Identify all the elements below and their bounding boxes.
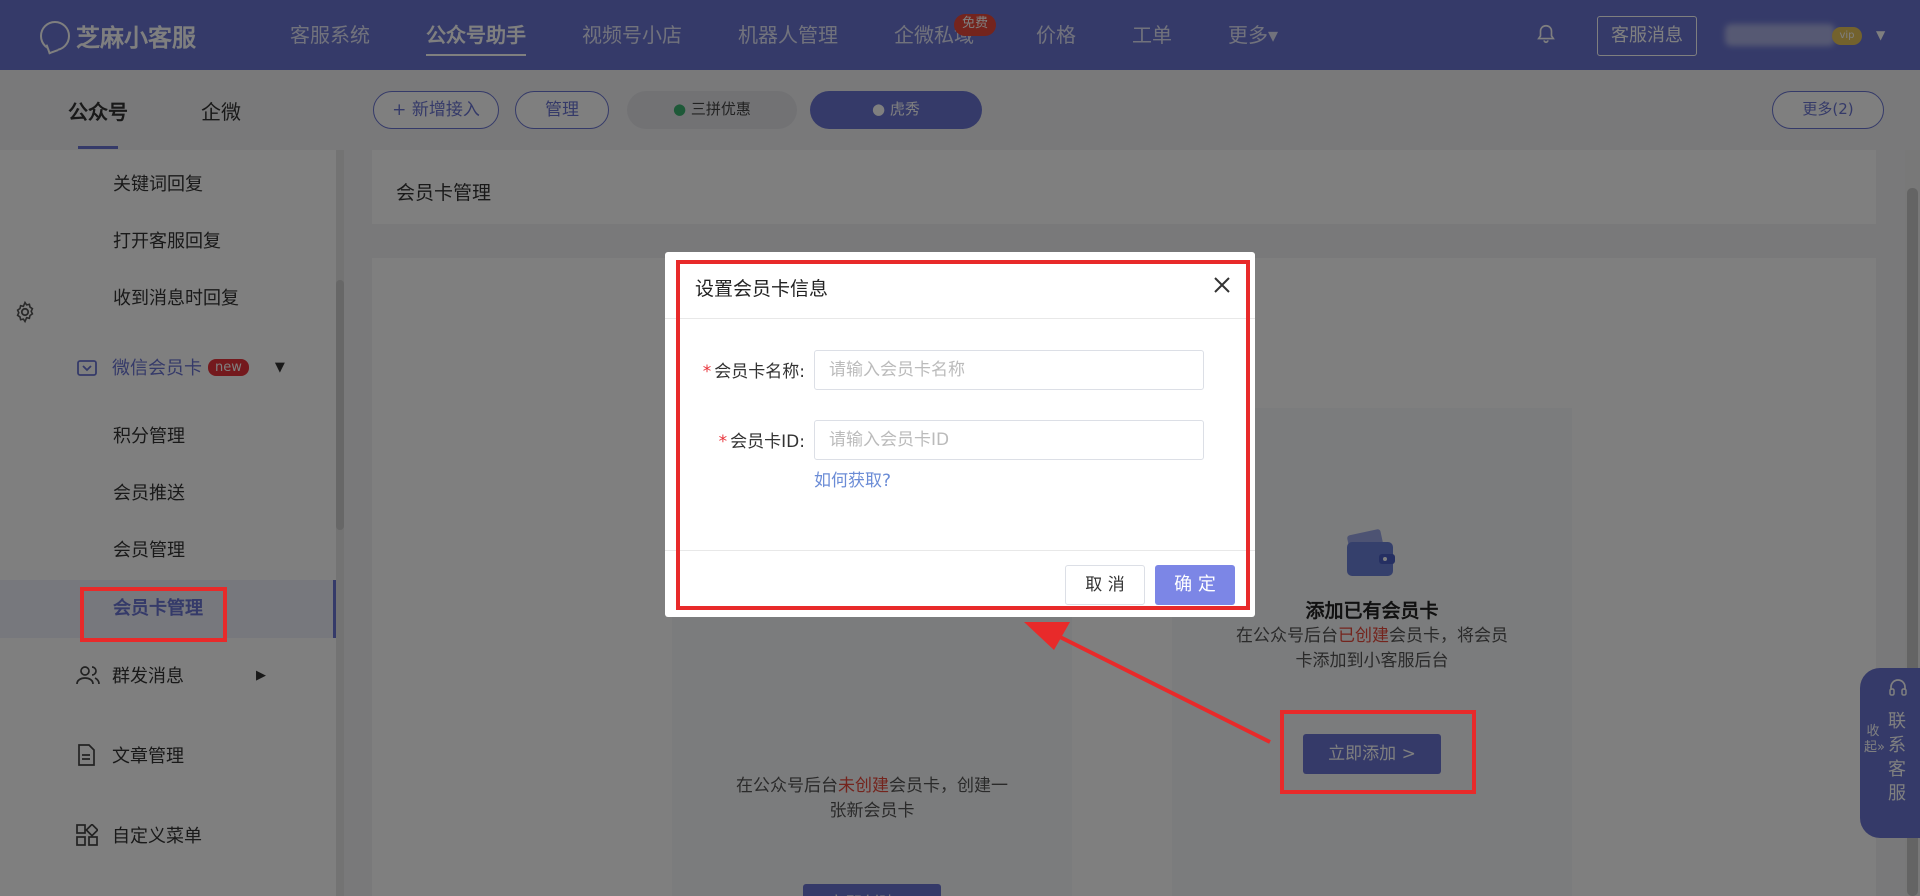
annotation-arrow	[1024, 622, 1271, 744]
